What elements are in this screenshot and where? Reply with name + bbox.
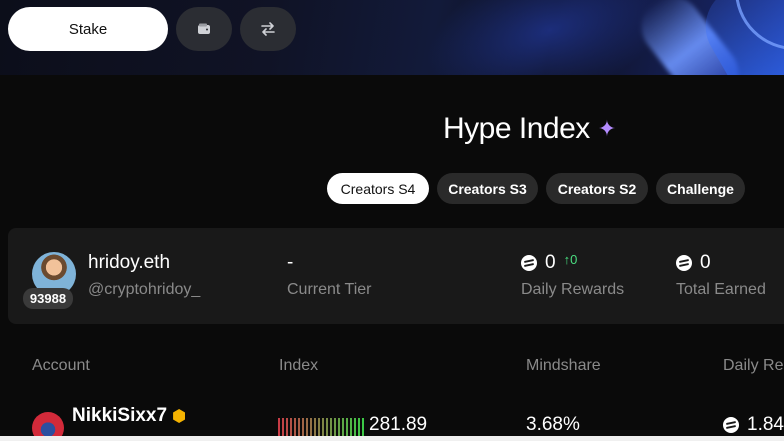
index-bar (354, 418, 356, 438)
total-earned-amount: 0 (700, 252, 711, 273)
tab-challenge[interactable]: Challenge (656, 173, 745, 204)
index-bar (330, 418, 332, 438)
profile-name: hridoy.eth (88, 252, 171, 273)
column-header-mindshare[interactable]: Mindshare (526, 357, 601, 375)
current-tier-value: - (287, 252, 294, 273)
index-bar (310, 418, 312, 438)
row-daily-rewards: 1.84 (723, 414, 784, 436)
index-bar (298, 418, 300, 438)
swap-button[interactable] (240, 7, 296, 51)
index-bar (314, 418, 316, 438)
index-bar (282, 418, 284, 438)
profile-card (8, 228, 784, 324)
page-title-text: Hype Index (443, 112, 590, 145)
index-bar (346, 418, 348, 438)
bottom-strip (0, 436, 784, 441)
index-bar (294, 418, 296, 438)
account-name: NikkiSixx7 (72, 405, 168, 426)
index-bar (362, 418, 364, 438)
index-bar (302, 418, 304, 438)
column-header-account[interactable]: Account (32, 357, 90, 375)
index-bar (350, 418, 352, 438)
wallet-button[interactable] (176, 7, 232, 51)
index-bar (278, 418, 280, 438)
index-bar (326, 418, 328, 438)
index-bar (322, 418, 324, 438)
row-index-value: 281.89 (369, 414, 428, 435)
page-title: Hype Index ✦ (443, 112, 616, 146)
column-header-daily-rewards[interactable]: Daily Re (723, 357, 783, 375)
row-mindshare-value: 3.68% (526, 414, 580, 435)
token-icon (521, 255, 537, 271)
index-bar (338, 418, 340, 438)
swap-arrows-icon (261, 22, 275, 36)
profile-handle[interactable]: @cryptohridoy_ (88, 281, 200, 299)
stake-button[interactable]: Stake (8, 7, 168, 51)
total-earned-label: Total Earned (676, 281, 766, 298)
current-tier-label: Current Tier (287, 281, 372, 298)
verified-badge-icon (173, 409, 186, 423)
daily-rewards-label: Daily Rewards (521, 281, 625, 298)
sparkle-icon: ✦ (597, 116, 616, 141)
tab-creators-s2[interactable]: Creators S2 (546, 173, 648, 204)
index-bar (290, 418, 292, 438)
index-bar (342, 418, 344, 438)
tab-creators-s3[interactable]: Creators S3 (437, 173, 538, 204)
index-bar-meter (278, 418, 364, 438)
token-icon (723, 417, 739, 433)
index-bar (286, 418, 288, 438)
daily-rewards-amount: 0 (545, 252, 556, 273)
table-row-account[interactable]: NikkiSixx7 (72, 405, 186, 427)
wallet-icon (198, 23, 210, 34)
index-bar (306, 418, 308, 438)
index-bar (334, 418, 336, 438)
column-header-index[interactable]: Index (279, 357, 318, 375)
daily-rewards-value: 0 ↑0 (521, 252, 577, 274)
row-daily-value: 1.84 (747, 414, 784, 435)
daily-rewards-delta: ↑0 (563, 251, 578, 267)
token-icon (676, 255, 692, 271)
index-bar (358, 418, 360, 438)
tab-creators-s4[interactable]: Creators S4 (327, 173, 429, 204)
rank-badge: 93988 (23, 288, 73, 309)
total-earned-value: 0 (676, 252, 711, 274)
index-bar (318, 418, 320, 438)
